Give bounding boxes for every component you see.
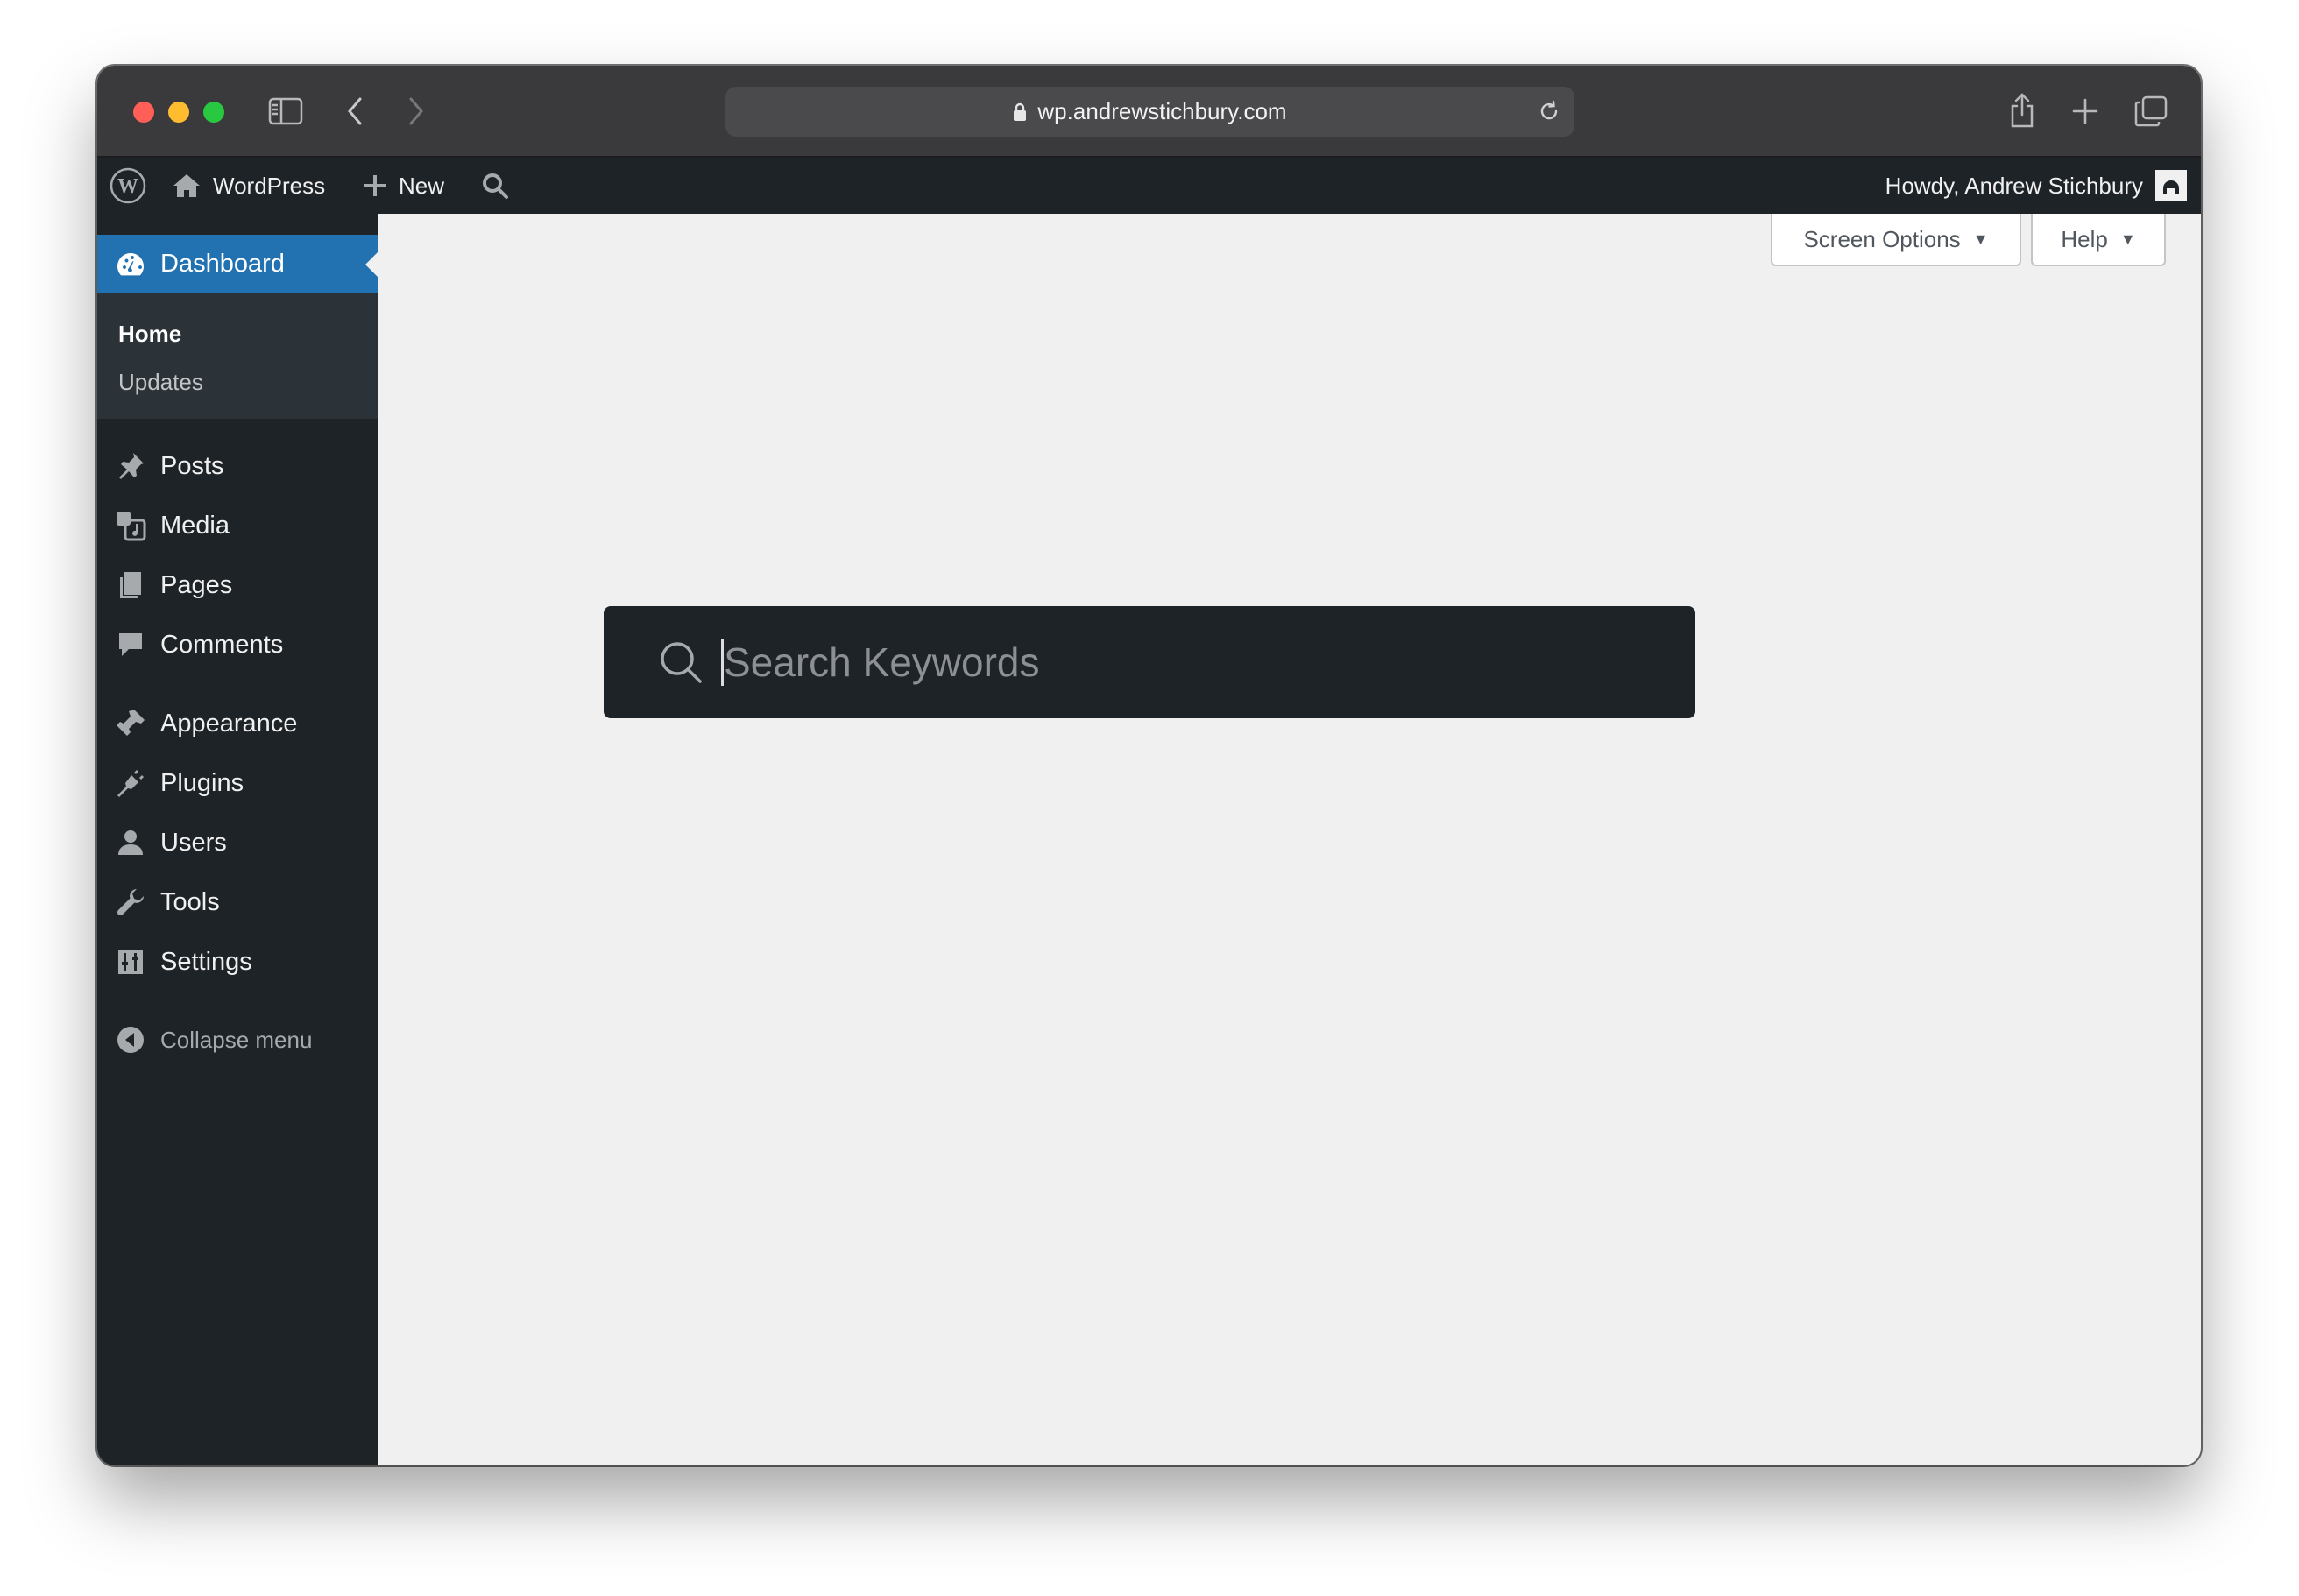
tab-overview-icon[interactable] (2134, 95, 2168, 127)
plug-icon (111, 764, 150, 802)
submenu-item-home[interactable]: Home (118, 321, 181, 348)
sidebar-item-dashboard[interactable]: Dashboard (97, 235, 378, 293)
close-window-button[interactable] (133, 102, 154, 123)
wrench-icon (111, 883, 150, 922)
new-content-link[interactable]: New (364, 158, 444, 214)
brush-icon (111, 704, 150, 743)
dashboard-submenu: Home Updates (97, 293, 378, 419)
minimize-window-button[interactable] (168, 102, 189, 123)
submenu-item-updates[interactable]: Updates (118, 369, 203, 396)
wp-admin-bar: W WordPress New Howdy, Andrew Stichbury (97, 158, 2201, 214)
howdy-text: Howdy, Andrew Stichbury (1885, 172, 2143, 199)
collapse-menu-button[interactable]: Collapse menu (97, 1013, 378, 1066)
admin-sidebar: Dashboard Home Updates Posts Media Pages (97, 214, 378, 1465)
avatar (2155, 170, 2187, 201)
zoom-window-button[interactable] (203, 102, 224, 123)
lock-icon (1013, 102, 1027, 122)
sidebar-item-label: Dashboard (160, 250, 285, 278)
search-icon (658, 639, 704, 685)
reload-icon[interactable] (1538, 99, 1560, 130)
pages-icon (111, 566, 150, 604)
sidebar-item-settings[interactable]: Settings (97, 936, 378, 988)
keyword-search-box (604, 606, 1695, 718)
new-tab-icon[interactable] (2071, 97, 2099, 125)
sidebar-item-label: Plugins (160, 768, 244, 797)
sidebar-item-appearance[interactable]: Appearance (97, 697, 378, 750)
user-icon (111, 823, 150, 862)
new-label: New (399, 172, 445, 199)
address-bar[interactable]: wp.andrewstichbury.com (725, 87, 1574, 137)
sidebar-item-label: Tools (160, 887, 220, 916)
browser-toolbar: wp.andrewstichbury.com (97, 66, 2201, 158)
search-icon[interactable] (481, 158, 509, 214)
forward-arrow-icon[interactable] (406, 95, 427, 127)
help-label: Help (2061, 225, 2108, 252)
home-icon (173, 173, 201, 199)
caret-down-icon: ▼ (2119, 230, 2136, 248)
pin-icon (111, 447, 150, 485)
sidebar-item-media[interactable]: Media (97, 499, 378, 552)
site-home-link[interactable]: WordPress (173, 158, 325, 214)
sidebar-item-label: Settings (160, 947, 252, 976)
sidebar-toggle-icon[interactable] (268, 97, 303, 125)
plus-icon (364, 174, 386, 197)
sidebar-item-comments[interactable]: Comments (97, 618, 378, 671)
sidebar-item-label: Posts (160, 451, 224, 480)
screen-options-button[interactable]: Screen Options ▼ (1771, 214, 2021, 266)
share-icon[interactable] (2008, 92, 2036, 129)
url-text: wp.andrewstichbury.com (1037, 98, 1287, 124)
sidebar-item-label: Users (160, 828, 227, 857)
wordpress-logo-icon[interactable]: W (110, 158, 146, 214)
sidebar-item-posts[interactable]: Posts (97, 440, 378, 492)
sidebar-item-label: Pages (160, 570, 233, 599)
sidebar-item-label: Appearance (160, 709, 298, 738)
my-account-menu[interactable]: Howdy, Andrew Stichbury (1885, 158, 2187, 214)
collapse-arrow-icon (111, 1020, 150, 1059)
dashboard-icon (111, 245, 150, 284)
sidebar-item-pages[interactable]: Pages (97, 559, 378, 611)
media-icon (111, 506, 150, 545)
back-arrow-icon[interactable] (344, 95, 365, 127)
collapse-menu-label: Collapse menu (160, 1026, 313, 1053)
sidebar-item-label: Comments (160, 630, 284, 659)
sidebar-item-plugins[interactable]: Plugins (97, 757, 378, 809)
site-name: WordPress (213, 172, 326, 199)
search-keywords-input[interactable] (721, 639, 1597, 686)
caret-down-icon: ▼ (1972, 230, 1989, 248)
comment-icon (111, 625, 150, 664)
screen-options-label: Screen Options (1803, 225, 1961, 252)
sidebar-item-tools[interactable]: Tools (97, 876, 378, 929)
svg-text:W: W (117, 175, 138, 198)
sidebar-item-users[interactable]: Users (97, 816, 378, 869)
browser-window: wp.andrewstichbury.com W WordPress New H… (97, 66, 2201, 1465)
settings-icon (111, 943, 150, 981)
sidebar-item-label: Media (160, 511, 230, 540)
help-button[interactable]: Help ▼ (2031, 214, 2166, 266)
